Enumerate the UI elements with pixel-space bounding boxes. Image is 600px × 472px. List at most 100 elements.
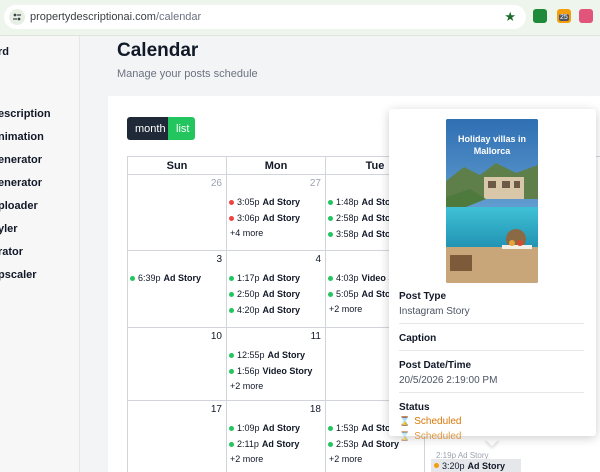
- calendar-event[interactable]: 4:20p Ad Story: [229, 305, 300, 315]
- day-number[interactable]: 3: [216, 254, 222, 265]
- post-date-value: 20/5/2026 2:19:00 PM: [399, 375, 498, 386]
- status-value: ⌛ Scheduled: [399, 416, 461, 427]
- post-type-value: Instagram Story: [399, 306, 470, 317]
- event-title: Ad Story: [467, 460, 506, 471]
- list-view-button[interactable]: list: [168, 117, 195, 140]
- calendar-event[interactable]: 12:55p Ad Story: [229, 350, 305, 360]
- sidebar: rd escription nimation enerator enerator…: [0, 36, 80, 472]
- event-time: 5:05p: [336, 289, 359, 299]
- more-events-link[interactable]: +2 more: [329, 304, 362, 314]
- event-dot-icon: [328, 425, 333, 431]
- event-dot-icon: [328, 199, 333, 205]
- extension-badge-count: 25: [559, 14, 569, 21]
- calendar-event[interactable]: 3:06p Ad Story: [229, 213, 300, 223]
- event-dot-icon: [229, 368, 234, 374]
- sidebar-item-upscaler[interactable]: pscaler: [0, 269, 37, 281]
- day-cell[interactable]: 27 3:05p Ad Story 3:06p Ad Story +4 more: [227, 175, 326, 251]
- event-time: 3:58p: [336, 229, 359, 239]
- event-time: 3:05p: [237, 197, 260, 207]
- day-number[interactable]: 17: [211, 404, 222, 415]
- day-number[interactable]: 10: [211, 331, 222, 342]
- event-title: Ad Story: [361, 439, 400, 449]
- event-title: Ad Story: [163, 273, 202, 283]
- day-number[interactable]: 18: [310, 404, 321, 415]
- event-title: Ad Story: [262, 213, 301, 223]
- day-number[interactable]: 4: [315, 254, 321, 265]
- event-dot-icon: [328, 231, 333, 237]
- day-cell[interactable]: 11 12:55p Ad Story 1:56p Video Story +2 mo…: [227, 328, 326, 401]
- weekday-header: Sun: [128, 157, 227, 175]
- event-title: Ad Story: [262, 305, 301, 315]
- sidebar-item-styler[interactable]: yler: [0, 223, 18, 235]
- more-events-link[interactable]: +4 more: [230, 228, 263, 238]
- day-number[interactable]: 11: [311, 331, 321, 342]
- day-cell[interactable]: 26: [128, 175, 227, 251]
- event-time: 3:06p: [237, 213, 260, 223]
- calendar-event[interactable]: 1:09p Ad Story: [229, 423, 300, 433]
- day-number[interactable]: 27: [310, 178, 321, 189]
- hourglass-icon: ⌛: [399, 416, 411, 426]
- event-dot-icon: [229, 215, 234, 221]
- more-events-link[interactable]: +2 more: [230, 381, 263, 391]
- status-label: Status: [399, 402, 430, 413]
- event-time: 1:48p: [336, 197, 359, 207]
- address-bar[interactable]: propertydescriptionai.com/calendar ★: [4, 5, 526, 29]
- page-subtitle: Manage your posts schedule: [117, 68, 258, 80]
- event-title: Ad Story: [262, 289, 301, 299]
- calendar-event[interactable]: 6:39p Ad Story: [130, 273, 201, 283]
- day-number[interactable]: 26: [211, 178, 222, 189]
- sidebar-item-animation[interactable]: nimation: [0, 131, 44, 143]
- status-text: Scheduled: [414, 416, 462, 427]
- event-dot-icon: [229, 291, 234, 297]
- divider: [399, 350, 584, 351]
- calendar-event[interactable]: 1:56p Video Story: [229, 366, 312, 376]
- event-title: Ad Story: [262, 197, 301, 207]
- site-info-icon[interactable]: [9, 9, 25, 25]
- event-dot-icon: [328, 291, 333, 297]
- sidebar-item-uploader[interactable]: ploader: [0, 200, 38, 212]
- day-cell[interactable]: 3 6:39p Ad Story: [128, 251, 227, 328]
- event-title: Ad Story: [262, 423, 301, 433]
- event-time: 4:03p: [336, 273, 359, 283]
- event-time: 2:50p: [237, 289, 260, 299]
- extension-instagram-icon[interactable]: [579, 9, 593, 23]
- day-cell[interactable]: 17: [128, 401, 227, 472]
- extension-flag-icon[interactable]: [533, 9, 547, 23]
- day-cell[interactable]: 4 1:17p Ad Story 2:50p Ad Story 4:20p Ad St…: [227, 251, 326, 328]
- sidebar-item-generator-2[interactable]: enerator: [0, 177, 42, 189]
- event-time: 2:58p: [336, 213, 359, 223]
- event-time: 2:53p: [336, 439, 359, 449]
- calendar-event[interactable]: 1:17p Ad Story: [229, 273, 300, 283]
- extension-badge-icon[interactable]: 25: [557, 9, 571, 23]
- sidebar-item-dashboard[interactable]: rd: [0, 46, 9, 58]
- event-dot-icon: [328, 275, 333, 281]
- hourglass-icon: ⌛: [399, 431, 411, 441]
- page-title: Calendar: [117, 40, 199, 61]
- more-events-link[interactable]: +2 more: [230, 454, 263, 464]
- calendar-event[interactable]: 3:05p Ad Story: [229, 197, 300, 207]
- bookmark-star-icon[interactable]: ★: [504, 9, 516, 25]
- sidebar-item-rator[interactable]: rator: [0, 246, 23, 258]
- event-time: 1:17p: [237, 273, 260, 283]
- weekday-header: Mon: [227, 157, 326, 175]
- calendar-event[interactable]: 2:53p Ad Story: [328, 439, 399, 449]
- url-path: /calendar: [155, 11, 202, 23]
- sidebar-item-generator-1[interactable]: enerator: [0, 154, 42, 166]
- event-time: 4:20p: [237, 305, 260, 315]
- day-cell[interactable]: 18 1:09p Ad Story 2:11p Ad Story +2 more: [227, 401, 326, 472]
- event-dot-icon: [229, 307, 234, 313]
- month-view-button[interactable]: month: [127, 117, 168, 140]
- event-dot-icon: [229, 352, 234, 358]
- calendar-event-highlighted[interactable]: 3:20p Ad Story: [431, 459, 521, 472]
- more-events-link[interactable]: +2 more: [329, 454, 362, 464]
- event-dot-icon: [229, 275, 234, 281]
- calendar-event[interactable]: 4:03p Video St: [328, 273, 397, 283]
- url-host: propertydescriptionai.com: [30, 11, 156, 23]
- calendar-event[interactable]: 2:11p Ad Story: [229, 439, 299, 449]
- event-dot-icon: [328, 215, 333, 221]
- calendar-event[interactable]: 2:50p Ad Story: [229, 289, 300, 299]
- post-preview-image: Holiday villas in Mallorca: [446, 119, 538, 283]
- sidebar-item-description[interactable]: escription: [0, 108, 51, 120]
- day-cell[interactable]: 10: [128, 328, 227, 401]
- event-time: 12:55p: [237, 350, 265, 360]
